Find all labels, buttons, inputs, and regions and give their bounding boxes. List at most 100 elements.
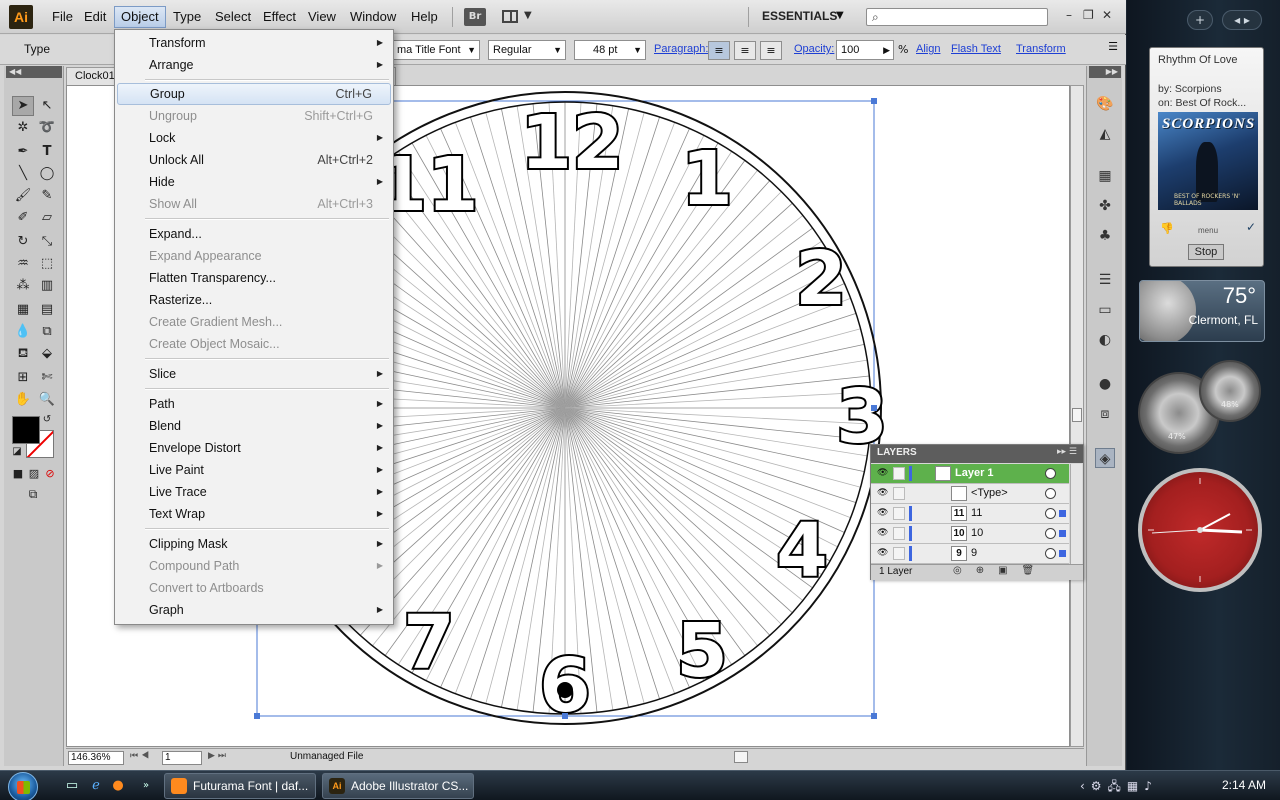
stop-button[interactable]: Stop: [1188, 244, 1224, 260]
menu-item-create-object-mosaic[interactable]: Create Object Mosaic...: [117, 333, 391, 355]
selected-indicator[interactable]: [1059, 530, 1066, 537]
eyedropper-tool-icon[interactable]: 💧: [12, 322, 34, 342]
bridge-button[interactable]: Br: [464, 8, 486, 26]
vertical-scrollbar[interactable]: [1070, 85, 1084, 747]
lock-toggle[interactable]: [893, 527, 905, 540]
color-guide-icon[interactable]: ◭: [1095, 124, 1115, 144]
menu-item-clipping-mask[interactable]: Clipping Mask ▶: [117, 533, 391, 555]
menu-item-ungroup[interactable]: Ungroup Shift+Ctrl+G: [117, 105, 391, 127]
mesh-tool-icon[interactable]: ▦: [12, 300, 34, 320]
gadget-nav-arrows[interactable]: ◂ ▸: [1222, 10, 1262, 30]
menu-item-flatten-transparency[interactable]: Flatten Transparency...: [117, 267, 391, 289]
live-paint-bucket-tool-icon[interactable]: ⛾: [12, 344, 34, 364]
menu-item-envelope-distort[interactable]: Envelope Distort ▶: [117, 437, 391, 459]
gradient-icon[interactable]: ▭: [1095, 300, 1115, 320]
layer-actions-icons[interactable]: ◎⊕▣🗑: [953, 565, 1048, 576]
menu-item-live-trace[interactable]: Live Trace ▶: [117, 481, 391, 503]
menu-item-expand-appearance[interactable]: Expand Appearance: [117, 245, 391, 267]
menu-effect[interactable]: Effect: [257, 6, 302, 28]
align-right-button[interactable]: ≡: [760, 41, 782, 60]
rotate-tool-icon[interactable]: ↻: [12, 232, 34, 252]
stroke-icon[interactable]: ☰: [1095, 270, 1115, 290]
color-mode-icon[interactable]: ■: [10, 464, 26, 484]
screen-mode-icon[interactable]: ⧉: [22, 484, 44, 504]
menu-item-convert-to-artboards[interactable]: Convert to Artboards: [117, 577, 391, 599]
firefox-icon[interactable]: ●: [110, 778, 126, 794]
check-icon[interactable]: ✓: [1246, 220, 1256, 234]
layer-name[interactable]: Layer 1: [955, 467, 994, 479]
selected-indicator[interactable]: [1059, 510, 1066, 517]
layer-name[interactable]: 11: [971, 507, 982, 519]
fill-color-swatch[interactable]: [12, 416, 40, 444]
flash-text-link[interactable]: Flash Text: [951, 43, 1001, 55]
pen-tool-icon[interactable]: ✒: [12, 142, 34, 162]
menu-help[interactable]: Help: [405, 6, 444, 28]
panel-menu-icon[interactable]: ▸▸ ☰: [1057, 447, 1077, 457]
default-colors-icon[interactable]: ◪: [10, 442, 24, 462]
eraser-tool-icon[interactable]: ▱: [36, 208, 58, 228]
zoom-tool-icon[interactable]: 🔍: [36, 390, 58, 410]
visibility-eye-icon[interactable]: 👁: [877, 508, 889, 518]
visibility-eye-icon[interactable]: 👁: [877, 468, 889, 478]
next-artboard-icon[interactable]: ▶⏭: [208, 750, 229, 761]
zoom-dropdown[interactable]: 146.36%: [68, 751, 124, 765]
hand-tool-icon[interactable]: ✋: [12, 390, 34, 410]
status-text[interactable]: Unmanaged File: [290, 751, 363, 762]
menu-item-live-paint[interactable]: Live Paint ▶: [117, 459, 391, 481]
artboard-number-field[interactable]: 1: [162, 751, 202, 765]
taskbar-button-firefox[interactable]: Futurama Font | daf...: [164, 773, 316, 799]
expand-panels-icon[interactable]: ▶▶: [1089, 66, 1121, 78]
menu-item-rasterize[interactable]: Rasterize...: [117, 289, 391, 311]
menu-select[interactable]: Select: [209, 6, 257, 28]
layer-row[interactable]: 👁 11 11: [871, 504, 1069, 524]
visibility-eye-icon[interactable]: 👁: [877, 488, 889, 498]
target-circle-icon[interactable]: [1045, 548, 1056, 559]
blob-brush-tool-icon[interactable]: ✐: [12, 208, 34, 228]
lasso-tool-icon[interactable]: ➰: [36, 118, 58, 138]
type-tool-icon[interactable]: T: [36, 142, 58, 162]
internet-explorer-icon[interactable]: ℯ: [88, 778, 104, 794]
selected-indicator[interactable]: [1059, 550, 1066, 557]
transparency-icon[interactable]: ◐: [1095, 330, 1115, 350]
menu-item-transform[interactable]: Transform ▶: [117, 32, 391, 54]
lock-toggle[interactable]: [893, 467, 905, 480]
menu-type[interactable]: Type: [167, 6, 207, 28]
menu-edit[interactable]: Edit: [78, 6, 112, 28]
lock-toggle[interactable]: [893, 487, 905, 500]
symbols-icon[interactable]: ♣: [1095, 226, 1115, 246]
slice-tool-icon[interactable]: ✄: [36, 368, 58, 388]
paintbrush-tool-icon[interactable]: 🖌: [12, 186, 34, 206]
menu-item-compound-path[interactable]: Compound Path ▶: [117, 555, 391, 577]
menu-item-group[interactable]: Group Ctrl+G: [117, 83, 391, 105]
start-button[interactable]: [8, 772, 38, 800]
layers-header[interactable]: LAYERS ▸▸ ☰: [871, 445, 1083, 463]
menu-item-slice[interactable]: Slice ▶: [117, 363, 391, 385]
visibility-eye-icon[interactable]: 👁: [877, 528, 889, 538]
brushes-icon[interactable]: ✤: [1095, 196, 1115, 216]
horizontal-scroll-thumb[interactable]: [734, 751, 748, 763]
menu-item-show-all[interactable]: Show All Alt+Ctrl+3: [117, 193, 391, 215]
menu-item-unlock-all[interactable]: Unlock All Alt+Ctrl+2: [117, 149, 391, 171]
restore-button[interactable]: ❐: [1083, 8, 1094, 22]
direct-selection-tool-icon[interactable]: ↖: [36, 96, 58, 116]
media-menu-label[interactable]: menu: [1198, 226, 1218, 235]
lock-toggle[interactable]: [893, 547, 905, 560]
swatches-icon[interactable]: ▦: [1095, 166, 1115, 186]
align-panel-link[interactable]: Align: [916, 43, 940, 55]
help-search-input[interactable]: ⌕: [866, 8, 1048, 26]
none-mode-icon[interactable]: ⊘: [42, 464, 58, 484]
line-tool-icon[interactable]: ╲: [12, 164, 34, 184]
live-paint-selection-tool-icon[interactable]: ⬙: [36, 344, 58, 364]
layers-icon[interactable]: ◈: [1095, 448, 1115, 468]
close-button[interactable]: ✕: [1102, 8, 1112, 22]
taskbar-button-illustrator[interactable]: Ai Adobe Illustrator CS...: [322, 773, 474, 799]
scroll-thumb[interactable]: [1072, 408, 1082, 422]
scale-tool-icon[interactable]: ⤡: [36, 232, 58, 252]
chevron-down-icon[interactable]: ▼: [836, 10, 844, 21]
gradient-mode-icon[interactable]: ▨: [26, 464, 42, 484]
symbol-sprayer-tool-icon[interactable]: ⁂: [12, 276, 34, 296]
more-quicklaunch-icon[interactable]: »: [138, 778, 154, 794]
thumbs-down-icon[interactable]: 👎: [1160, 222, 1174, 235]
blend-tool-icon[interactable]: ⧉: [36, 322, 58, 342]
font-size-field[interactable]: 48 pt ▼: [574, 40, 646, 60]
